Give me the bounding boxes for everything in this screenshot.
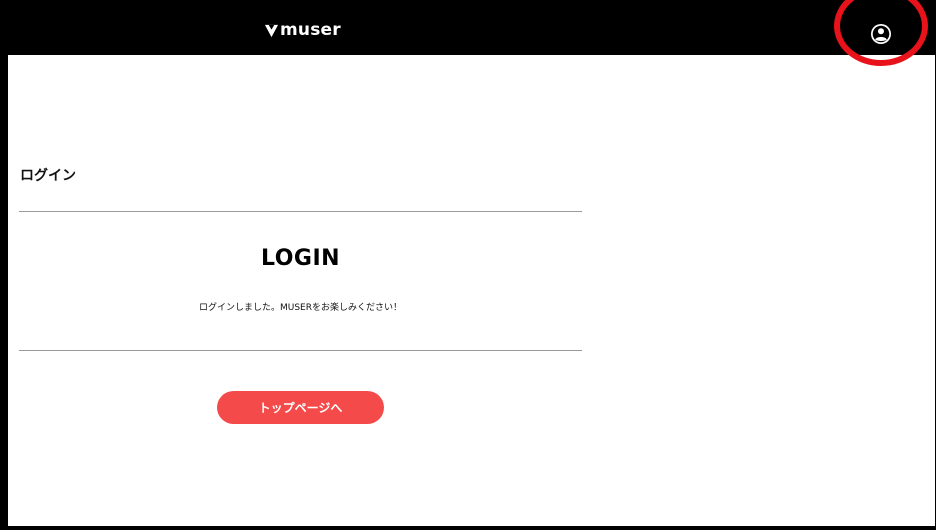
- login-success-message: ログインしました。MUSERをお楽しみください！: [198, 303, 402, 313]
- login-title: LOGIN: [260, 246, 341, 271]
- brand-name: muser: [280, 20, 341, 40]
- divider-top: [19, 211, 582, 212]
- brand-logo[interactable]: muser: [264, 20, 341, 40]
- account-button[interactable]: [870, 23, 892, 45]
- muser-logo-icon: [264, 24, 279, 37]
- divider-bottom: [19, 350, 582, 351]
- site-header: muser: [8, 8, 935, 55]
- top-page-button[interactable]: トップページへ: [217, 391, 384, 424]
- page-heading: ログイン: [20, 168, 76, 184]
- user-account-icon: [871, 24, 891, 44]
